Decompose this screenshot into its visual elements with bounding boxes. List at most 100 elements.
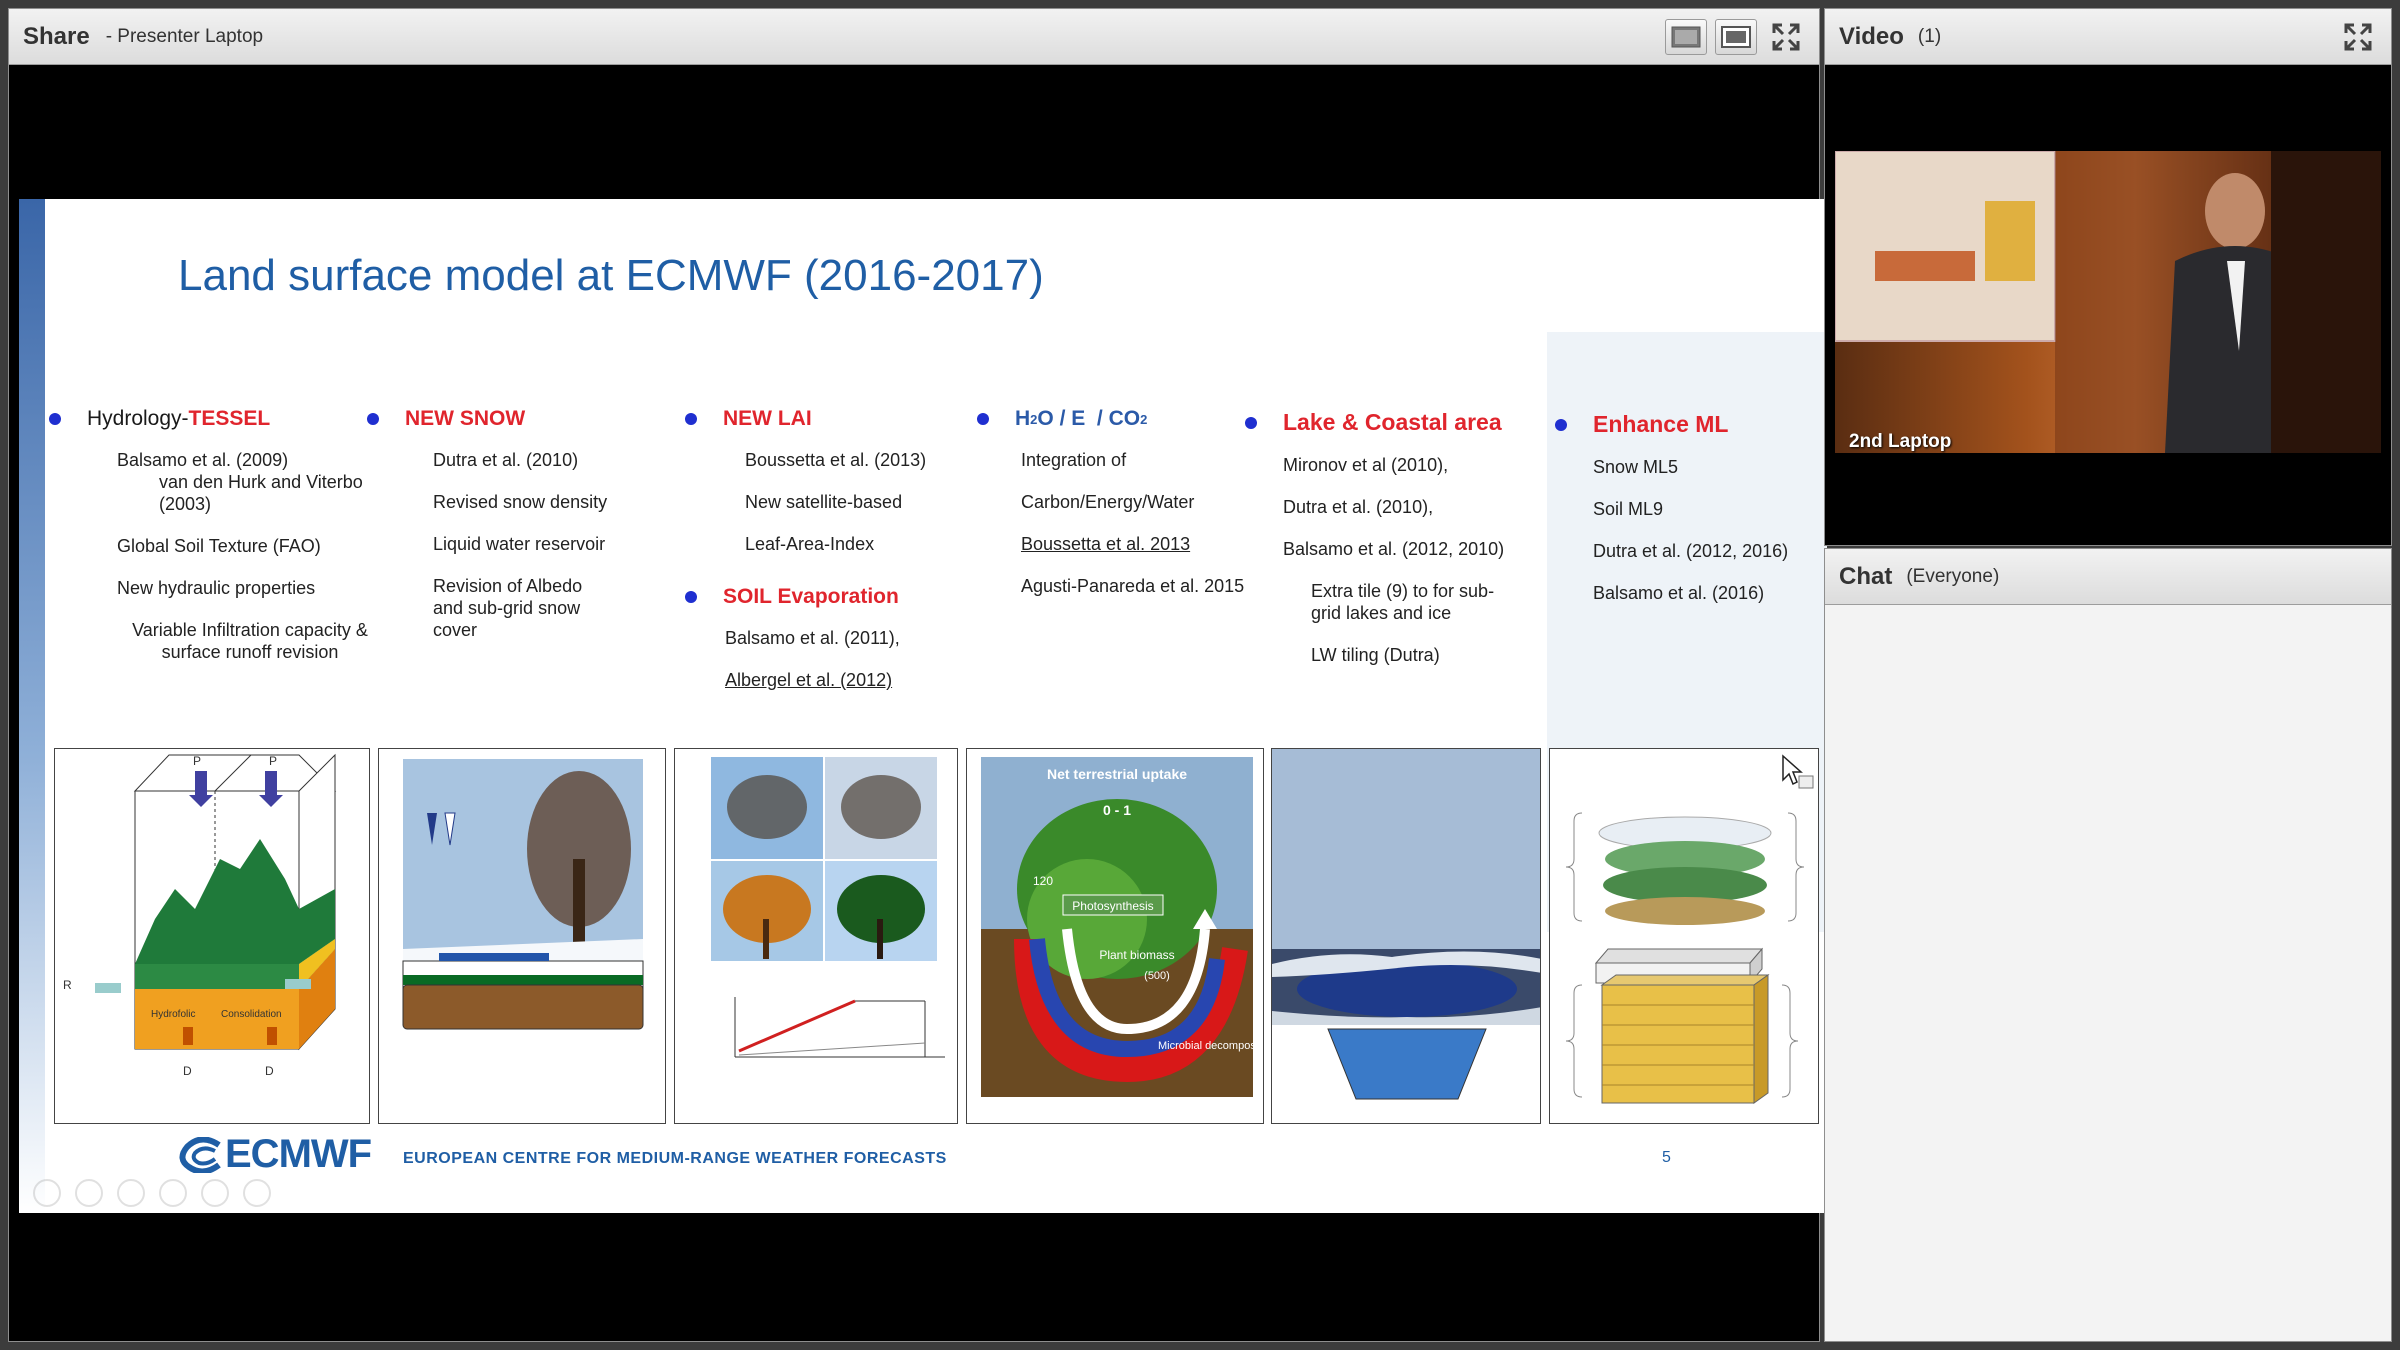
list-item: Dutra et al. (2012, 2016) xyxy=(1593,541,1789,561)
fit-width-button[interactable] xyxy=(1665,19,1707,55)
slide-controls xyxy=(33,1179,271,1207)
tessel-label-hydrofolic: Hydrofolic xyxy=(151,1009,195,1020)
camera-label: 2nd Laptop xyxy=(1849,431,1952,452)
video-pod: Video (1) 2nd Laptop xyxy=(1824,8,2392,546)
subscript: 2 xyxy=(1030,411,1038,427)
share-pod-header: Share - Presenter Laptop xyxy=(9,9,1819,65)
footer-organization-name: EUROPEAN CENTRE FOR MEDIUM-RANGE WEATHER… xyxy=(403,1150,947,1167)
tessel-label-r: R xyxy=(63,978,72,992)
column-lake-coastal: Lake & Coastal area Mironov et al (2010)… xyxy=(1245,409,1545,686)
video-fullscreen-button[interactable] xyxy=(2337,19,2379,55)
slide-menu-button[interactable] xyxy=(159,1179,187,1207)
fullscreen-button[interactable] xyxy=(1765,19,1807,55)
carbon-label-photosynthesis: Photosynthesis xyxy=(1072,899,1153,913)
subscript: 2 xyxy=(1140,411,1148,427)
list-item: Revised snow density xyxy=(433,492,608,512)
carbon-cycle-diagram: Net terrestrial uptake 0 - 1 Photosynthe… xyxy=(966,748,1264,1124)
next-slide-button[interactable] xyxy=(75,1179,103,1207)
bullet-dot xyxy=(1555,418,1567,431)
share-pod: Share - Presenter Laptop Land surface mo… xyxy=(8,8,1827,1342)
list-item: Balsamo et al. (2012, 2010) xyxy=(1283,539,1505,559)
column-heading-e-co2: O / E / CO xyxy=(1037,407,1141,430)
column-heading-soil-evaporation: SOIL Evaporation xyxy=(723,585,899,608)
snow-illustration xyxy=(402,759,644,1030)
list-item: Balsamo et al. (2016) xyxy=(1593,583,1765,603)
mouse-cursor-icon xyxy=(1782,754,1814,789)
ecmwf-logo-icon xyxy=(179,1136,221,1173)
list-item: van den Hurk and Viterbo (2003) xyxy=(159,472,363,514)
slide-title: Land surface model at ECMWF (2016-2017) xyxy=(178,251,1044,300)
list-item: Leaf-Area-Index xyxy=(745,534,875,554)
presentation-slide: Land surface model at ECMWF (2016-2017) … xyxy=(19,199,1827,1213)
video-participant-count: (1) xyxy=(1917,25,1942,47)
tessel-label-p2: P xyxy=(269,754,277,768)
previous-slide-button[interactable] xyxy=(33,1179,61,1207)
carbon-label-microbial: Microbial decomposition xyxy=(1158,1040,1264,1052)
list-item: Balsamo et al. (2009) xyxy=(117,450,289,470)
lai-diagram xyxy=(674,748,958,1124)
chat-pod: Chat (Everyone) xyxy=(1824,548,2392,1342)
pen-tool-button[interactable] xyxy=(117,1179,145,1207)
chat-messages-area[interactable] xyxy=(1825,605,2391,1341)
tessel-label-d2: D xyxy=(265,1064,274,1078)
tessel-label-consolidation: Consolidation xyxy=(221,1009,282,1020)
camera-feed-image xyxy=(1835,151,2381,453)
column-heading-new-lai: NEW LAI xyxy=(723,407,812,430)
list-item: New satellite-based xyxy=(745,492,903,512)
column-heading-tessel: TESSEL xyxy=(188,407,271,430)
actual-size-button[interactable] xyxy=(1715,19,1757,55)
tessel-diagram: P P R D D Hydrofolic Consolidation xyxy=(54,748,370,1124)
snow-diagram xyxy=(378,748,666,1124)
list-item: New hydraulic properties xyxy=(117,578,316,598)
carbon-label-net-value: 0 - 1 xyxy=(1103,802,1131,818)
lai-illustration xyxy=(711,757,945,1058)
list-item: Boussetta et al. (2013) xyxy=(745,450,927,470)
column-enhance-ml: Enhance ML Snow ML5 Soil ML9 Dutra et al… xyxy=(1555,411,1825,624)
column-hydrology: Hydrology- TESSEL Balsamo et al. (2009) v… xyxy=(49,407,389,683)
carbon-label-biomass: Plant biomass xyxy=(1099,948,1174,962)
carbon-label-120: 120 xyxy=(1033,874,1053,888)
bullet-dot xyxy=(367,413,379,425)
list-item: Revision of Albedo and sub-grid snow cov… xyxy=(433,576,583,640)
multilayer-illustration xyxy=(1565,812,1805,1104)
list-item: Soil ML9 xyxy=(1593,499,1664,519)
zoom-button[interactable] xyxy=(201,1179,229,1207)
list-item: Dutra et al. (2010), xyxy=(1283,497,1434,517)
chat-scope: (Everyone) xyxy=(1906,565,2000,587)
carbon-illustration: Net terrestrial uptake 0 - 1 Photosynthe… xyxy=(981,757,1264,1097)
slide-page-number: 5 xyxy=(1662,1149,1671,1166)
fullscreen-icon xyxy=(1772,23,1800,51)
column-heading-lake-coastal: Lake & Coastal area xyxy=(1283,409,1502,435)
tessel-label-d1: D xyxy=(183,1064,192,1078)
carbon-label-500: (500) xyxy=(1144,970,1170,982)
ecmwf-logo: ECMWF xyxy=(179,1132,372,1177)
fullscreen-icon xyxy=(2344,23,2372,51)
bullet-dot xyxy=(685,591,697,603)
web-conference-app: Share - Presenter Laptop Land surface mo… xyxy=(0,0,2400,1350)
share-pod-subtitle: - Presenter Laptop xyxy=(105,25,264,47)
video-pod-title: Video xyxy=(1839,22,1904,50)
tessel-label-p1: P xyxy=(193,754,201,768)
list-item: Extra tile (9) to for sub-grid lakes and… xyxy=(1311,581,1495,623)
column-new-lai: NEW LAI Boussetta et al. (2013) New sate… xyxy=(685,407,985,711)
bullet-dot xyxy=(685,413,697,425)
fit-width-icon xyxy=(1671,26,1701,48)
chat-pod-header: Chat (Everyone) xyxy=(1825,549,2391,605)
list-item: Snow ML5 xyxy=(1593,457,1679,477)
list-item: Dutra et al. (2010) xyxy=(433,450,579,470)
list-item: LW tiling (Dutra) xyxy=(1311,645,1440,665)
share-pod-title: Share xyxy=(23,22,90,50)
more-options-button[interactable] xyxy=(243,1179,271,1207)
ecmwf-logo-text: ECMWF xyxy=(225,1132,372,1176)
column-heading-hydrology: Hydrology- xyxy=(87,407,189,430)
list-item: Balsamo et al. (2011), xyxy=(725,628,900,648)
column-new-snow: NEW SNOW Dutra et al. (2010) Revised sno… xyxy=(367,407,667,661)
column-heading-new-snow: NEW SNOW xyxy=(405,407,526,430)
tessel-illustration: P P R D D Hydrofolic Consolidation xyxy=(63,753,337,1078)
list-item: Mironov et al (2010), xyxy=(1283,455,1449,475)
list-item: Albergel et al. (2012) xyxy=(725,670,893,690)
list-item: Liquid water reservoir xyxy=(433,534,606,554)
camera-feed[interactable] xyxy=(1835,151,2381,453)
multilayer-diagram xyxy=(1549,748,1819,1124)
lake-illustration xyxy=(1272,749,1540,1123)
